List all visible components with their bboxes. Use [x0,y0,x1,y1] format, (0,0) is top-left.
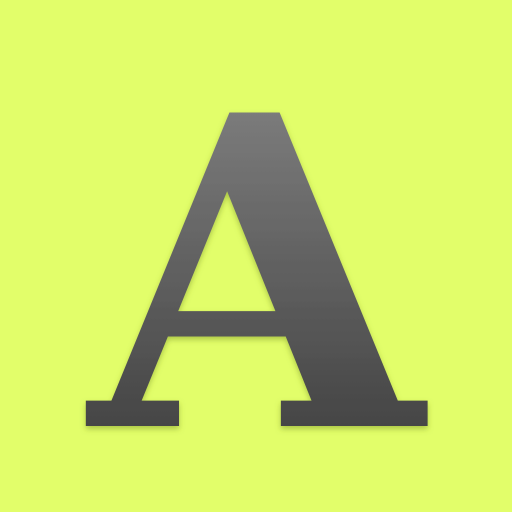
icon-letter: A [82,23,431,512]
app-icon: A [0,0,512,512]
letter-a-icon: A [82,23,431,512]
